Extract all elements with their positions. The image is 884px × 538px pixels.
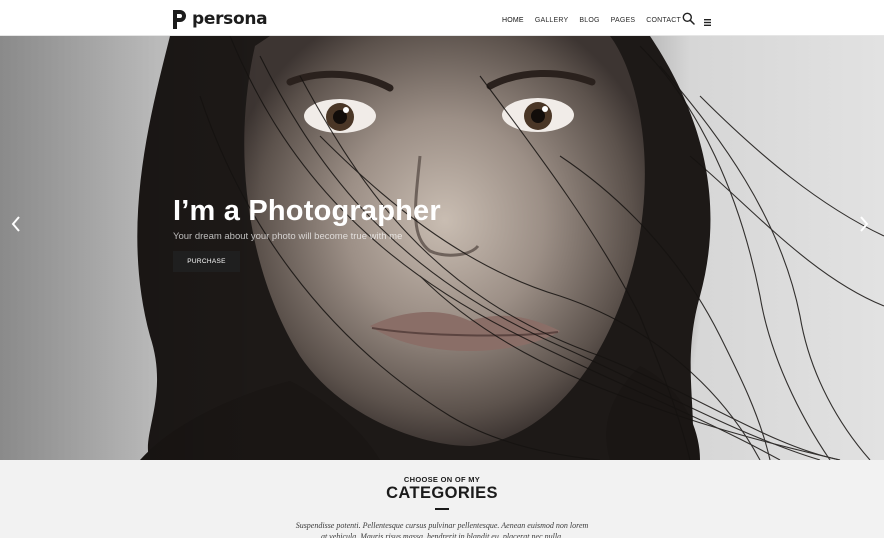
categories-description: Suspendisse potenti. Pellentesque cursus… [295, 521, 589, 538]
hero-portrait-image [0, 36, 884, 460]
search-icon[interactable] [682, 12, 695, 25]
hamburger-icon[interactable] [703, 14, 712, 26]
nav-home-link[interactable]: HOME [502, 15, 524, 26]
p-logo-icon [170, 7, 188, 31]
categories-title: CATEGORIES [386, 484, 498, 502]
nav-pages-link[interactable]: PAGES [611, 15, 636, 26]
hero-title: I’m a Photographer [173, 195, 441, 227]
nav-gallery-link[interactable]: GALLERY [535, 15, 569, 26]
hero-subtitle: Your dream about your photo will become … [173, 231, 403, 242]
site-header: persona HOME GALLERY BLOG PAGES CONTACT [0, 0, 884, 36]
brand-name: persona [192, 9, 268, 29]
brand-logo[interactable]: persona [170, 7, 268, 31]
nav-contact-link[interactable]: CONTACT [646, 15, 681, 26]
title-divider [435, 508, 449, 510]
nav-blog-link[interactable]: BLOG [579, 15, 599, 26]
hero-slider: I’m a Photographer Your dream about your… [0, 36, 884, 460]
categories-pretitle: CHOOSE ON OF MY [403, 475, 481, 484]
purchase-button[interactable]: PURCHASE [173, 251, 240, 272]
hero-caption: I’m a Photographer Your dream about your… [173, 194, 533, 272]
chevron-right-icon[interactable] [857, 215, 871, 233]
chevron-left-icon[interactable] [9, 215, 23, 233]
main-nav: HOME GALLERY BLOG PAGES CONTACT [502, 0, 692, 36]
categories-section: CHOOSE ON OF MY CATEGORIES Suspendisse p… [0, 460, 884, 538]
